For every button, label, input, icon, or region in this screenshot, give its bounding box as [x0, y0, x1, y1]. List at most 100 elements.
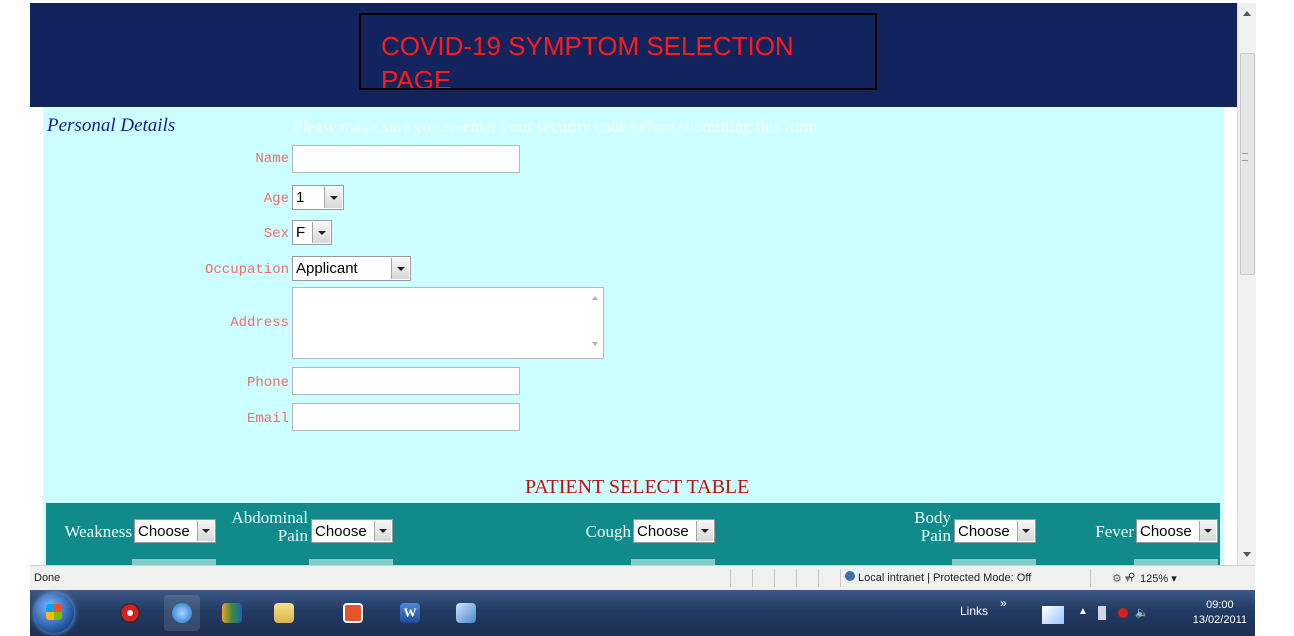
power-icon[interactable] [1098, 606, 1106, 620]
windows-logo-icon [46, 604, 62, 620]
section-title: Personal Details [47, 115, 176, 136]
media-player-taskbar-button[interactable] [214, 595, 250, 631]
sex-value: F [296, 224, 306, 241]
misc-taskbar-button[interactable] [448, 595, 484, 631]
file-explorer-icon [274, 603, 294, 623]
fever-select[interactable]: Choose [1136, 519, 1218, 543]
body-pain-select[interactable]: Choose [954, 519, 1036, 543]
sex-label: Sex [263, 226, 289, 242]
symptom-table: Weakness Choose Abdominal Pain Choose Co… [46, 503, 1220, 565]
clock-time: 09:00 [1206, 599, 1234, 611]
status-divider [840, 569, 841, 587]
chevron-down-icon[interactable] [1017, 521, 1034, 541]
textarea-scrollbar[interactable] [587, 288, 603, 358]
security-notice: Please make sure you re-enter your secur… [293, 117, 818, 136]
ie-taskbar-button[interactable] [164, 595, 200, 631]
word-icon: W [400, 603, 420, 623]
scrollbar-grip [1242, 153, 1248, 161]
occupation-label: Occupation [204, 262, 289, 278]
chevron-right-icon[interactable]: » [1000, 596, 1007, 610]
zoom-level: 125% [1140, 573, 1169, 585]
occupation-select[interactable]: Applicant [292, 256, 411, 281]
scrollbar-thumb[interactable] [1240, 53, 1255, 275]
abdominal-pain-select[interactable]: Choose [311, 519, 393, 543]
name-field[interactable] [292, 145, 520, 173]
address-textarea[interactable] [292, 287, 604, 359]
network-warning-icon[interactable] [1118, 608, 1128, 618]
abdominal-pain-label: Abdominal Pain [231, 508, 309, 545]
clock-date: 13/02/2011 [1192, 614, 1247, 626]
chevron-down-icon[interactable] [696, 521, 713, 541]
status-divider [774, 569, 775, 587]
age-value: 1 [296, 189, 305, 206]
chevron-down-icon[interactable] [1199, 521, 1216, 541]
header-band: COVID-19 SYMPTOM SELECTION PAGE [30, 3, 1237, 107]
misc-app-icon [456, 603, 476, 623]
name-label: Name [255, 151, 289, 167]
links-toolbar[interactable]: Links [960, 604, 988, 618]
weakness-select[interactable]: Choose [134, 519, 216, 543]
chevron-down-icon[interactable] [197, 521, 214, 541]
chevron-up-icon[interactable]: ▲ [1078, 606, 1092, 620]
chevron-down-icon[interactable] [391, 258, 409, 279]
occupation-value: Applicant [296, 260, 358, 277]
abdominal-pain-value: Choose [315, 523, 367, 540]
intranet-icon [845, 571, 855, 581]
system-tray: ▲ 🔈 09:00 13/02/2011 [1030, 594, 1255, 632]
phone-label: Phone [246, 375, 289, 391]
fever-value: Choose [1140, 523, 1192, 540]
start-button[interactable] [34, 593, 74, 633]
status-text: Done [34, 572, 61, 584]
email-field[interactable] [292, 403, 520, 431]
title-box: COVID-19 SYMPTOM SELECTION PAGE [359, 13, 877, 90]
body-pain-label: Body Pain [914, 508, 951, 545]
weakness-label: Weakness [64, 522, 132, 541]
age-label: Age [263, 191, 289, 207]
status-divider [752, 569, 753, 587]
cough-value: Choose [637, 523, 689, 540]
status-divider [730, 569, 731, 587]
phone-field[interactable] [292, 367, 520, 395]
taskbar: W Links » ▲ 🔈 09:00 13/02/2011 [30, 590, 1255, 636]
table-title: PATIENT SELECT TABLE [525, 476, 750, 498]
scroll-up-icon[interactable] [592, 296, 598, 300]
scroll-down-icon[interactable] [592, 342, 598, 346]
age-select[interactable]: 1 [292, 185, 344, 210]
weakness-value: Choose [138, 523, 190, 540]
status-bar: Done Local intranet | Protected Mode: Of… [30, 565, 1255, 591]
browser-viewport: COVID-19 SYMPTOM SELECTION PAGE Personal… [30, 3, 1237, 565]
internet-explorer-icon [172, 603, 192, 623]
status-divider [818, 569, 819, 587]
chevron-down-icon[interactable] [312, 222, 330, 243]
zoom-control[interactable]: ⚲ 125% ▾ [1128, 572, 1177, 585]
scroll-up-icon[interactable] [1243, 11, 1251, 16]
address-label: Address [230, 315, 289, 331]
status-divider [1090, 569, 1091, 587]
email-label: Email [246, 411, 289, 427]
clock[interactable]: 09:00 13/02/2011 [1193, 598, 1247, 628]
sex-select[interactable]: F [292, 220, 332, 245]
speaker-icon[interactable]: 🔈 [1135, 606, 1149, 620]
status-divider [796, 569, 797, 587]
chevron-down-icon[interactable]: ▾ [1171, 573, 1177, 585]
pen-input-icon[interactable] [1042, 606, 1064, 624]
fever-label: Fever [1095, 522, 1134, 541]
word-taskbar-button[interactable]: W [392, 595, 428, 631]
chevron-down-icon[interactable] [374, 521, 391, 541]
xampp-taskbar-button[interactable] [335, 595, 371, 631]
security-zone-text: Local intranet | Protected Mode: Off [858, 572, 1032, 584]
scroll-down-icon[interactable] [1243, 552, 1251, 557]
media-player-icon [222, 603, 242, 623]
magnifier-icon: ⚲ [1128, 572, 1136, 583]
chevron-down-icon[interactable] [324, 187, 342, 208]
page-title: COVID-19 SYMPTOM SELECTION PAGE [381, 31, 794, 90]
body-pain-value: Choose [958, 523, 1010, 540]
security-zone[interactable]: Local intranet | Protected Mode: Off [845, 571, 1032, 584]
explorer-taskbar-button[interactable] [266, 595, 302, 631]
chrome-icon [120, 603, 140, 623]
chrome-taskbar-button[interactable] [112, 595, 148, 631]
cough-label: Cough [585, 522, 631, 541]
xampp-icon [343, 603, 363, 623]
cough-select[interactable]: Choose [633, 519, 715, 543]
page-scrollbar[interactable] [1237, 3, 1256, 565]
